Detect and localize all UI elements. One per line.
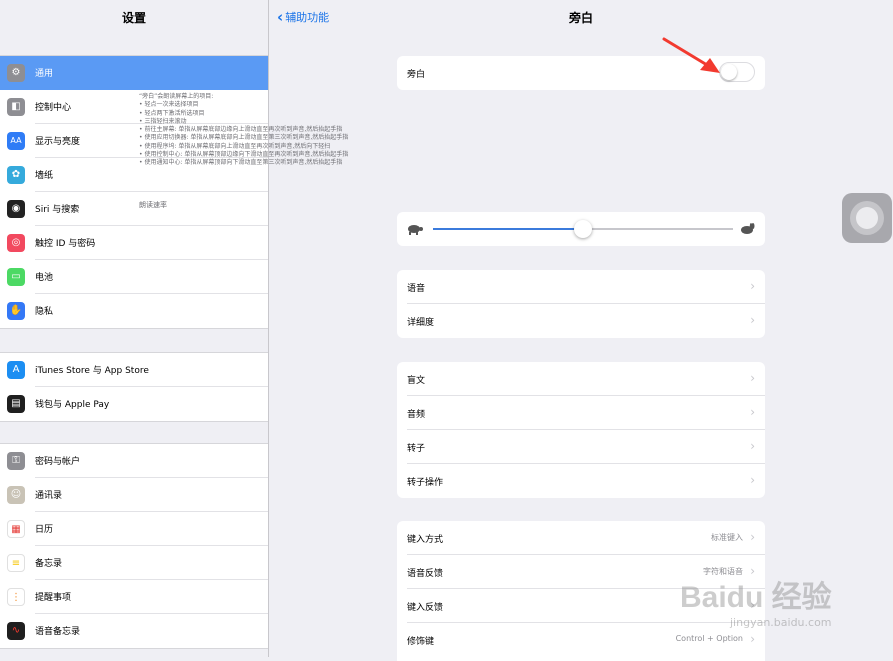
sidebar-title: 设置 bbox=[121, 11, 146, 25]
watermark-logo: Baidu 经验 bbox=[680, 581, 832, 614]
rotor-row[interactable]: 转子 › bbox=[397, 430, 765, 464]
sidebar-item-siri[interactable]: ◉ Siri 与搜索 bbox=[0, 192, 268, 226]
slider-thumb[interactable] bbox=[574, 220, 592, 238]
calendar-icon: ▦ bbox=[7, 520, 25, 538]
page-title: 旁白 bbox=[568, 11, 593, 25]
gear-icon: ⚙ bbox=[7, 64, 25, 82]
sidebar-item-label: 触控 ID 与密码 bbox=[35, 239, 96, 249]
speaking-rate-label: 朗读速率 bbox=[139, 201, 167, 209]
chevron-right-icon: › bbox=[750, 530, 755, 544]
wallpaper-icon: ✿ bbox=[7, 166, 25, 184]
sidebar-item-voice-memos[interactable]: ∿ 语音备忘录 bbox=[0, 614, 268, 648]
description-line: • 三指轻扫来滚动 bbox=[139, 117, 187, 125]
app-store-icon: A bbox=[7, 361, 25, 379]
chevron-right-icon: › bbox=[750, 405, 755, 419]
sidebar-item-label: 控制中心 bbox=[35, 103, 72, 113]
sidebar-item-general[interactable]: ⚙ 通用 bbox=[0, 56, 268, 90]
sidebar-item-label: 显示与亮度 bbox=[35, 137, 81, 147]
row-label: 键入方式 bbox=[407, 535, 444, 545]
sidebar-header: 设置 bbox=[0, 0, 268, 34]
sidebar-item-passwords[interactable]: ⚿ 密码与帐户 bbox=[0, 444, 268, 478]
notes-icon: ≡ bbox=[7, 554, 25, 572]
row-label: 盲文 bbox=[407, 376, 426, 386]
chevron-right-icon: › bbox=[750, 371, 755, 385]
row-label: 键入反馈 bbox=[407, 603, 444, 613]
hand-icon: ✋ bbox=[7, 302, 25, 320]
voiceover-description: “旁白”会朗读屏幕上的项目: • 轻点一次来选择项目 • 轻点两下激活所选项目 … bbox=[139, 93, 348, 168]
sidebar-item-wallet[interactable]: ▤ 钱包与 Apple Pay bbox=[0, 387, 268, 421]
switches-icon: ◧ bbox=[7, 98, 25, 116]
description-line: • 使用应用切换器: 单指从屏幕底部向上滑动直至第三次听到声音,然后抬起手指 bbox=[139, 134, 349, 142]
description-line: • 使用程序坞: 单指从屏幕底部向上滑动直至再次听到声音,然后向下轻扫 bbox=[139, 142, 331, 150]
siri-icon: ◉ bbox=[7, 200, 25, 218]
sidebar-item-label: 钱包与 Apple Pay bbox=[35, 400, 110, 410]
battery-icon: ▭ bbox=[7, 268, 25, 286]
key-icon: ⚿ bbox=[7, 452, 25, 470]
turtle-icon bbox=[408, 225, 423, 235]
watermark-url: jingyan.baidu.com bbox=[730, 616, 832, 629]
sidebar-item-label: 通讯录 bbox=[35, 491, 63, 501]
reminders-icon: ⋮ bbox=[7, 588, 25, 606]
typing-style-row[interactable]: 键入方式 标准键入 › bbox=[397, 521, 765, 555]
speech-row[interactable]: 语音 › bbox=[397, 270, 765, 304]
sidebar-item-label: 语音备忘录 bbox=[35, 627, 81, 637]
row-value: 标准键入 bbox=[711, 533, 743, 542]
sidebar-group-accounts: ⚿ 密码与帐户 ☺ 通讯录 ▦ 日历 ≡ 备忘录 ⋮ 提醒事项 ∿ 语音备忘录 bbox=[0, 443, 268, 649]
sidebar-item-contacts[interactable]: ☺ 通讯录 bbox=[0, 478, 268, 512]
wallet-icon: ▤ bbox=[7, 395, 25, 413]
sidebar-item-label: 通用 bbox=[35, 69, 54, 79]
speaking-rate-slider[interactable] bbox=[433, 220, 733, 238]
verbosity-row[interactable]: 详细度 › bbox=[397, 304, 765, 338]
row-label: 语音 bbox=[407, 284, 426, 294]
rotor-actions-row[interactable]: 转子操作 › bbox=[397, 464, 765, 498]
voice-memos-icon: ∿ bbox=[7, 622, 25, 640]
red-arrow-annotation bbox=[662, 37, 720, 73]
sidebar-item-touch-id[interactable]: ◎ 触控 ID 与密码 bbox=[0, 226, 268, 260]
navigation-bar: ‹ 辅助功能 旁白 bbox=[269, 0, 893, 34]
sidebar-item-label: iTunes Store 与 App Store bbox=[35, 366, 149, 376]
hare-icon bbox=[741, 223, 755, 234]
row-label: 详细度 bbox=[407, 318, 435, 328]
description-line: • 轻点一次来选择项目 bbox=[139, 101, 199, 109]
sidebar-item-label: 备忘录 bbox=[35, 559, 63, 569]
sidebar-item-label: 隐私 bbox=[35, 307, 54, 317]
contacts-icon: ☺ bbox=[7, 486, 25, 504]
sidebar-item-battery[interactable]: ▭ 电池 bbox=[0, 260, 268, 294]
sidebar-item-reminders[interactable]: ⋮ 提醒事项 bbox=[0, 580, 268, 614]
sidebar-item-notes[interactable]: ≡ 备忘录 bbox=[0, 546, 268, 580]
chevron-right-icon: › bbox=[750, 279, 755, 293]
row-label: 语音反馈 bbox=[407, 569, 444, 579]
braille-settings-group: 盲文 › 音频 › 转子 › 转子操作 › bbox=[397, 362, 765, 498]
sidebar-item-privacy[interactable]: ✋ 隐私 bbox=[0, 294, 268, 328]
sidebar-item-app-store[interactable]: A iTunes Store 与 App Store bbox=[0, 353, 268, 387]
sidebar-item-calendar[interactable]: ▦ 日历 bbox=[0, 512, 268, 546]
chevron-right-icon: › bbox=[750, 313, 755, 327]
row-label: 修饰键 bbox=[407, 637, 435, 647]
chevron-right-icon: › bbox=[750, 439, 755, 453]
sidebar-group-store: A iTunes Store 与 App Store ▤ 钱包与 Apple P… bbox=[0, 352, 268, 422]
assistive-touch-button[interactable] bbox=[842, 193, 892, 243]
sidebar-item-label: 墙纸 bbox=[35, 171, 54, 181]
braille-row[interactable]: 盲文 › bbox=[397, 362, 765, 396]
chevron-right-icon: › bbox=[750, 473, 755, 487]
description-line: • 使用通知中心: 单指从屏幕顶部向下滑动直至第三次听到声音,然后抬起手指 bbox=[139, 159, 343, 167]
row-label: 转子操作 bbox=[407, 478, 444, 488]
sidebar-item-label: 密码与帐户 bbox=[35, 457, 81, 467]
row-label: 音频 bbox=[407, 410, 426, 420]
voiceover-label: 旁白 bbox=[407, 70, 426, 80]
slider-fill bbox=[433, 228, 583, 230]
baidu-watermark: Baidu 经验 jingyan.baidu.com bbox=[670, 560, 880, 640]
brightness-icon: AA bbox=[7, 132, 25, 150]
sidebar-item-label: Siri 与搜索 bbox=[35, 205, 80, 215]
sidebar-item-label: 提醒事项 bbox=[35, 593, 72, 603]
row-label: 转子 bbox=[407, 444, 426, 454]
description-line: • 轻点两下激活所选项目 bbox=[139, 109, 205, 117]
sidebar-item-label: 电池 bbox=[35, 273, 54, 283]
sidebar-item-label: 日历 bbox=[35, 525, 54, 535]
speaking-rate-card bbox=[397, 212, 765, 246]
audio-row[interactable]: 音频 › bbox=[397, 396, 765, 430]
fingerprint-icon: ◎ bbox=[7, 234, 25, 252]
assistive-touch-center bbox=[856, 207, 878, 229]
speech-settings-group: 语音 › 详细度 › bbox=[397, 270, 765, 338]
